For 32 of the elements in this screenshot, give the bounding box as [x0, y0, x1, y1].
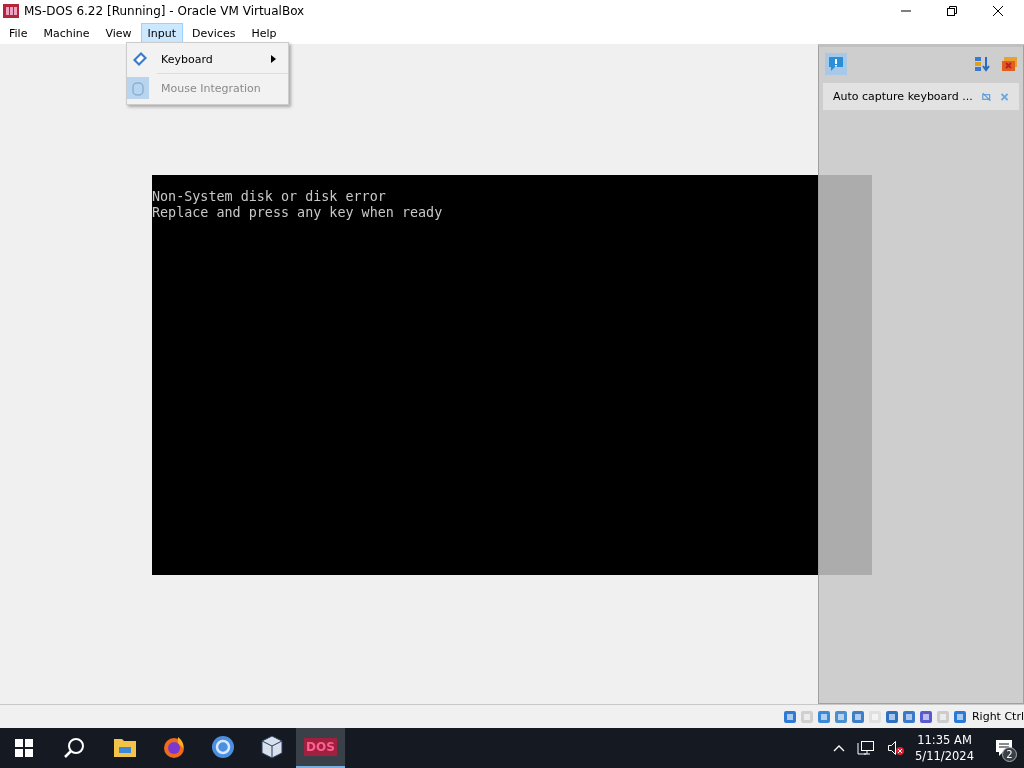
- caret-up-icon[interactable]: [833, 744, 846, 752]
- menu-entry[interactable]: Keyboard: [127, 45, 288, 73]
- folder-icon: [113, 737, 136, 757]
- console-line: Replace and press any key when ready: [152, 205, 444, 221]
- ring-browser-icon: [210, 735, 235, 759]
- clock-time: 11:35 AM: [917, 732, 972, 748]
- speaker-muted-icon[interactable]: [887, 740, 906, 756]
- exclamation-icon[interactable]: [825, 53, 847, 75]
- dos-app-icon: DOS: [304, 738, 337, 756]
- restore-icon[interactable]: [946, 5, 958, 17]
- notification-center-button[interactable]: 2: [984, 728, 1024, 768]
- window-title: MS-DOS 6.22 [Running] - Oracle VM VirtualBox: [24, 4, 305, 18]
- cube-icon: [260, 735, 283, 759]
- app-icon: [3, 4, 19, 18]
- mute-icon[interactable]: [981, 90, 991, 103]
- clear-all-icon[interactable]: [1001, 55, 1019, 73]
- menu-item[interactable]: Devices: [185, 22, 243, 44]
- flame-globe-icon: [161, 735, 186, 759]
- menu-item[interactable]: Machine: [36, 22, 97, 44]
- search-icon[interactable]: [63, 737, 85, 759]
- notification-text: Auto capture keyboard ...: [833, 90, 973, 103]
- sort-icon[interactable]: [973, 55, 991, 73]
- console-line: Non-System disk or disk error: [152, 189, 387, 205]
- menu-item[interactable]: View: [98, 22, 139, 44]
- menu-item[interactable]: Input: [140, 22, 184, 44]
- clock-date: 5/11/2024: [915, 748, 974, 764]
- windows-start-icon[interactable]: [15, 739, 33, 757]
- menu-item[interactable]: File: [2, 22, 35, 44]
- host-key-label: Right Ctrl: [971, 710, 1024, 723]
- menu-item[interactable]: Help: [244, 22, 284, 44]
- close-icon[interactable]: [992, 5, 1004, 17]
- notification-count: 2: [1002, 747, 1017, 762]
